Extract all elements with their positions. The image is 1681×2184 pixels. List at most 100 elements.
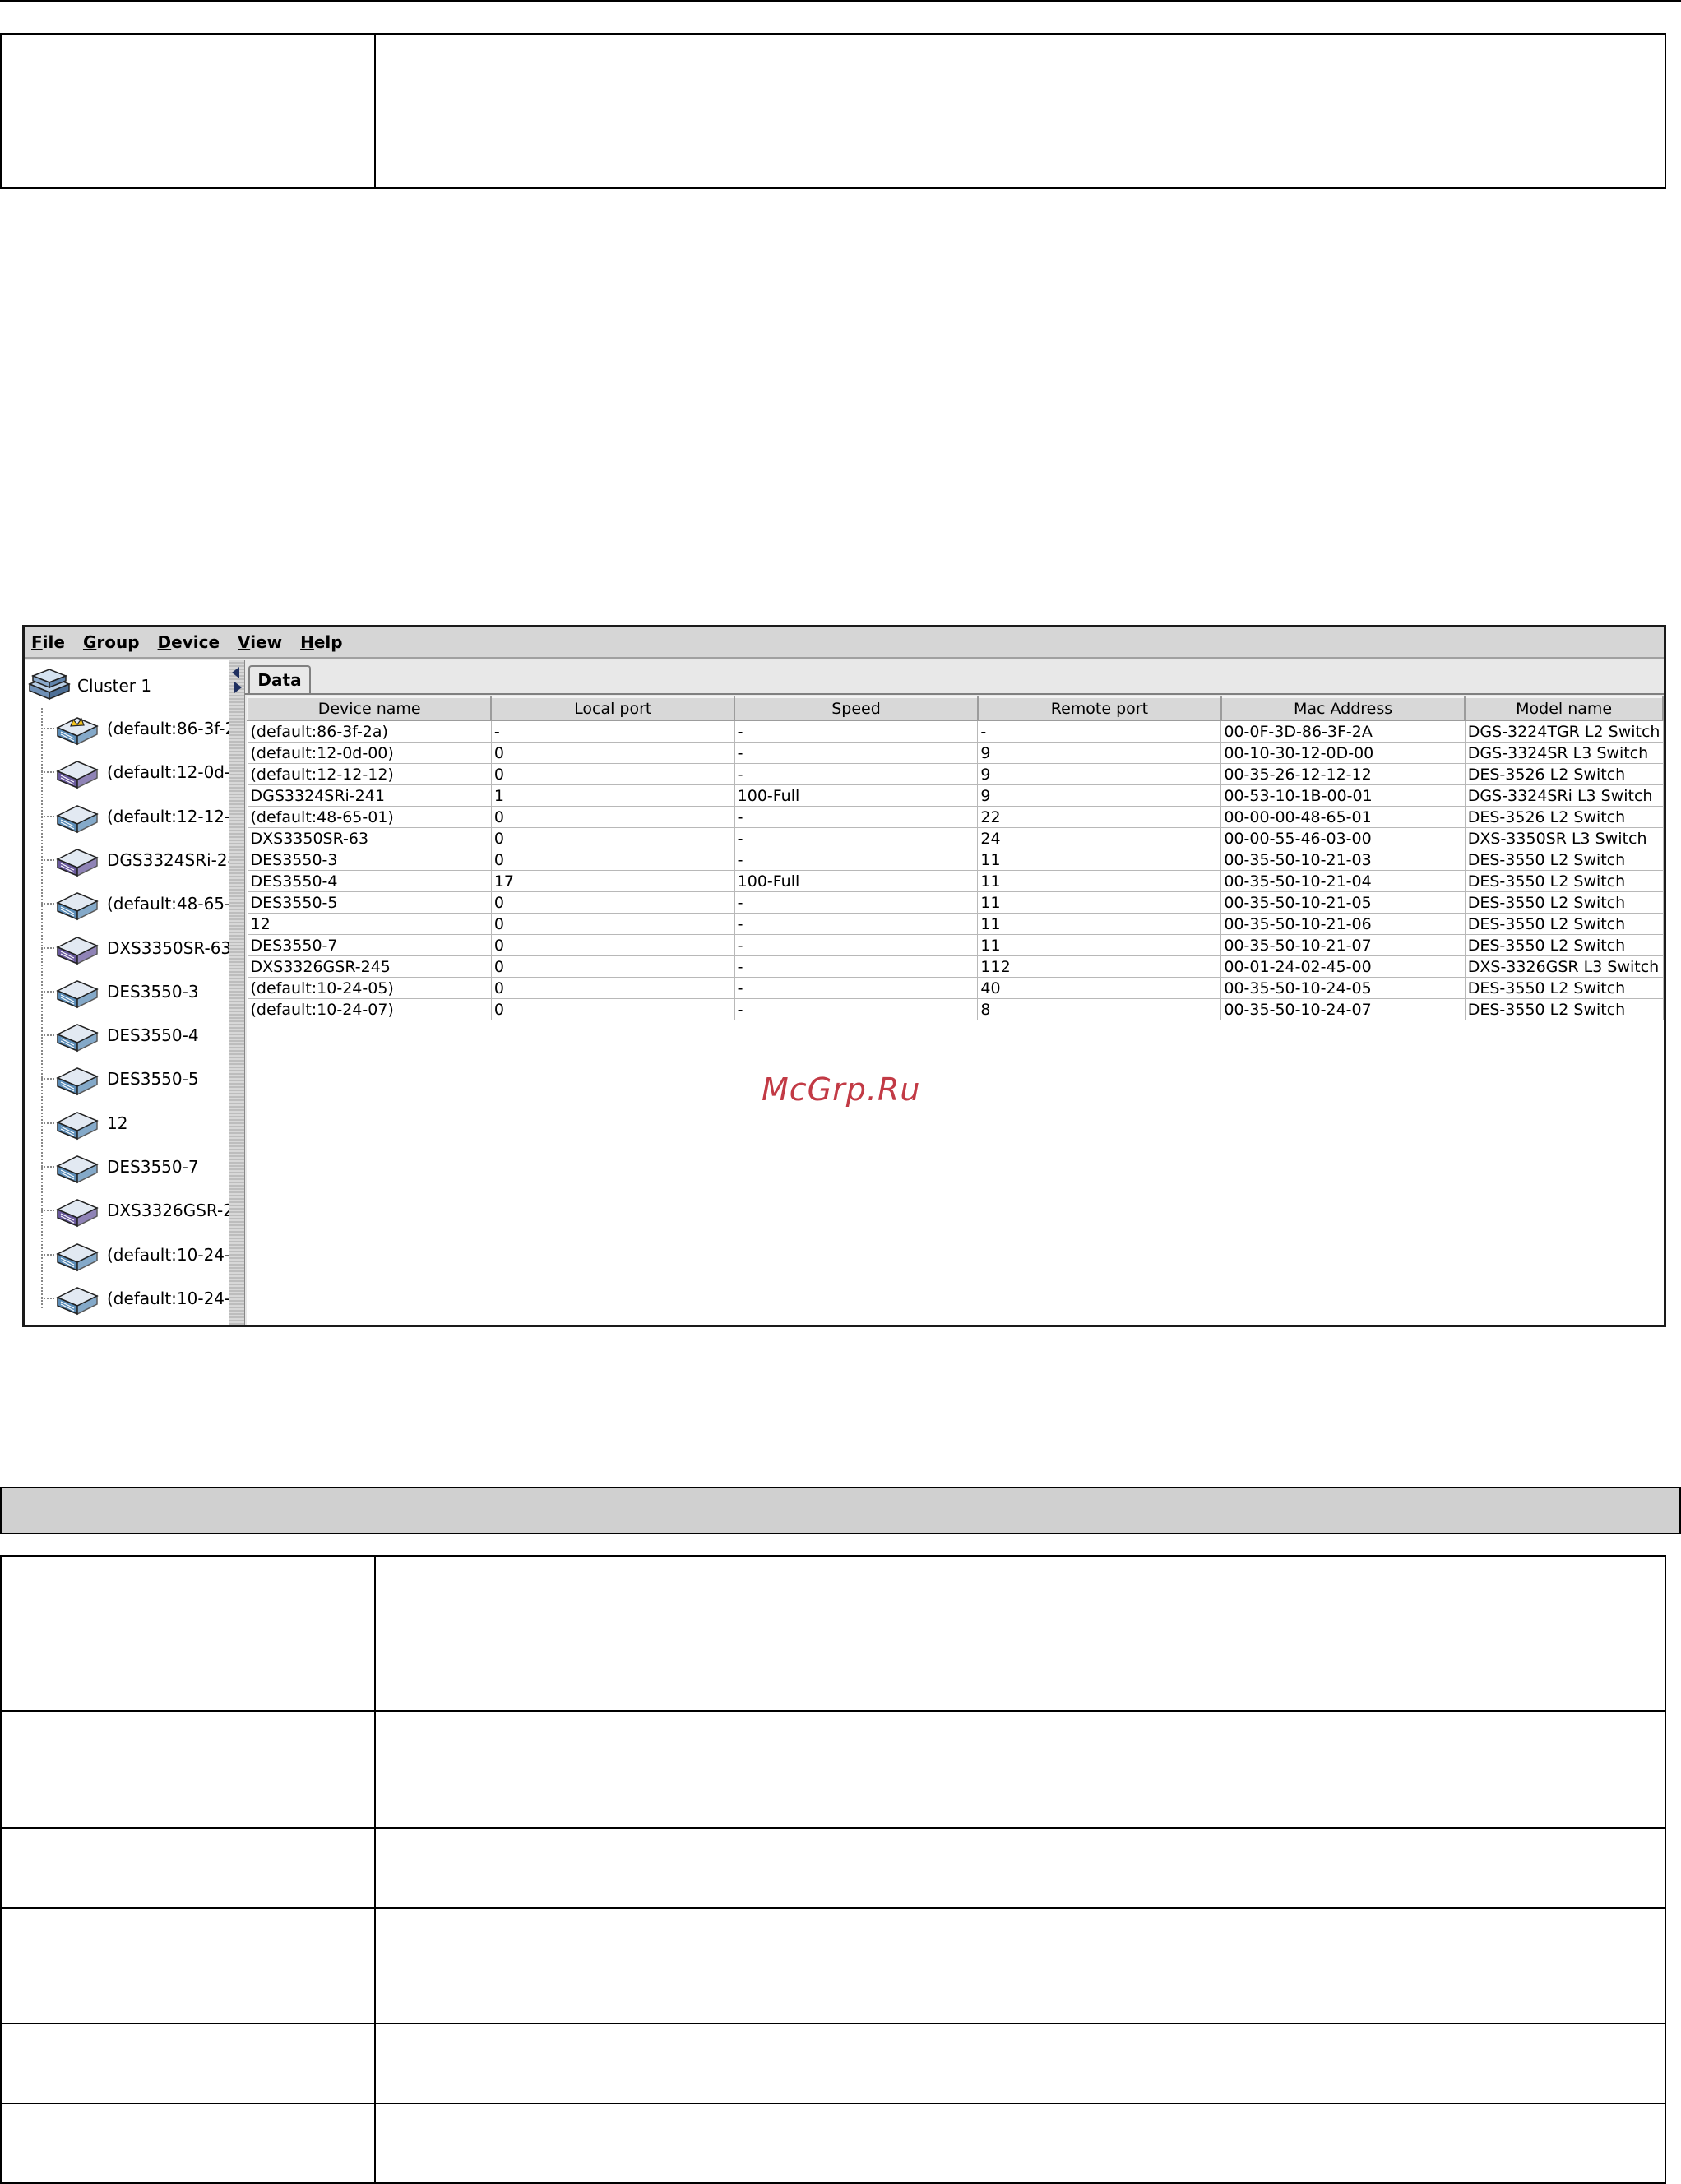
page-top-rule bbox=[0, 0, 1681, 2]
table-cell: DGS-3324SRi L3 Switch bbox=[1464, 784, 1664, 807]
table-cell: - bbox=[734, 913, 979, 935]
tree-item[interactable]: (default:10-24-05 bbox=[41, 1234, 229, 1275]
table-cell: (default:10-24-05) bbox=[247, 977, 492, 999]
tree-root-cluster[interactable]: Cluster 1 bbox=[28, 665, 151, 706]
tree-root-label: Cluster 1 bbox=[77, 676, 152, 696]
tab-data[interactable]: Data bbox=[248, 665, 311, 693]
table-cell: 11 bbox=[977, 913, 1222, 935]
expand-right-arrow-icon[interactable] bbox=[234, 682, 242, 693]
table-row[interactable]: (default:10-24-05) 0-40 00-35-50-10-24-05 D… bbox=[247, 977, 1664, 999]
table-cell: - bbox=[734, 806, 979, 828]
table-row[interactable]: DXS3350SR-63 0-24 00-00-55-46-03-00 DXS-335… bbox=[247, 827, 1664, 849]
tree-item[interactable]: DXS3326GSR-2 bbox=[41, 1190, 229, 1231]
tree-item[interactable]: 12 bbox=[41, 1103, 127, 1144]
column-header[interactable]: Model name bbox=[1464, 696, 1664, 721]
section-header-band bbox=[0, 1487, 1681, 1534]
table-row[interactable]: (default:12-0d-00) 0-9 00-10-30-12-0D-00 DG… bbox=[247, 742, 1664, 764]
table-cell: DES-3550 L2 Switch bbox=[1464, 934, 1664, 956]
tree-item-label: DES3550-7 bbox=[107, 1157, 199, 1177]
l2-switch-icon bbox=[54, 1058, 100, 1099]
tree-branch-line bbox=[41, 1122, 54, 1124]
table-row[interactable]: 12 0-11 00-35-50-10-21-06 DES-3550 L2 Switc… bbox=[247, 913, 1664, 935]
app-window: File Group Device View Help Cluster 1 (d… bbox=[22, 625, 1666, 1327]
menu-group[interactable]: Group bbox=[83, 632, 140, 652]
menu-device[interactable]: Device bbox=[158, 632, 220, 652]
tree-item[interactable]: DXS3350SR-63 bbox=[41, 928, 229, 969]
table-cell: (default:12-12-12) bbox=[247, 763, 492, 785]
table-cell: DES3550-3 bbox=[247, 849, 492, 871]
table-cell: DES-3550 L2 Switch bbox=[1464, 977, 1664, 999]
table-cell: 0 bbox=[490, 977, 735, 999]
table-cell: - bbox=[977, 720, 1222, 743]
tree-item[interactable]: DES3550-4 bbox=[41, 1015, 199, 1056]
table-cell: DXS3326GSR-245 bbox=[247, 956, 492, 978]
tree-item[interactable]: DES3550-5 bbox=[41, 1058, 199, 1099]
tree-item[interactable]: (default:12-0d-00 bbox=[41, 752, 230, 793]
tree-item-label: DES3550-5 bbox=[107, 1069, 199, 1089]
table-cell: - bbox=[734, 934, 979, 956]
table-cell: DES-3550 L2 Switch bbox=[1464, 913, 1664, 935]
table-row[interactable]: (default:12-12-12) 0-9 00-35-26-12-12-12 DE… bbox=[247, 763, 1664, 785]
tree-item[interactable]: DES3550-3 bbox=[41, 971, 199, 1012]
tree-branch-line bbox=[41, 1210, 54, 1211]
tree-item-label: DGS3324SRi-24 bbox=[107, 850, 230, 870]
table-cell: 00-35-50-10-21-07 bbox=[1220, 934, 1466, 956]
tree-branch-line bbox=[41, 859, 54, 861]
tree-branch-line bbox=[41, 816, 54, 817]
table-cell: 00-53-10-1B-00-01 bbox=[1220, 784, 1466, 807]
table-cell: 00-00-55-46-03-00 bbox=[1220, 827, 1466, 849]
table-header-row: Device name Local port Speed Remote port Mac… bbox=[246, 696, 1664, 721]
table-cell: DES-3550 L2 Switch bbox=[1464, 849, 1664, 871]
column-header[interactable]: Mac Address bbox=[1220, 696, 1466, 721]
table-cell: 100-Full bbox=[734, 784, 979, 807]
menu-file[interactable]: File bbox=[31, 632, 65, 652]
table-cell: DXS-3326GSR L3 Switch bbox=[1464, 956, 1664, 978]
table-row[interactable]: DES3550-3 0-11 00-35-50-10-21-03 DES-3550 L… bbox=[247, 849, 1664, 871]
column-header[interactable]: Local port bbox=[490, 696, 736, 721]
tree-item[interactable]: (default:48-65-01 bbox=[41, 883, 229, 924]
table-cell: 00-35-50-10-21-06 bbox=[1220, 913, 1466, 935]
table-row[interactable]: DES3550-5 0-11 00-35-50-10-21-05 DES-3550 L… bbox=[247, 891, 1664, 914]
menu-view[interactable]: View bbox=[238, 632, 282, 652]
l2-switch-icon bbox=[54, 1234, 100, 1275]
table-cell: 0 bbox=[490, 891, 735, 914]
tree-item-label: 12 bbox=[107, 1113, 128, 1133]
watermark-text: McGrp.Ru bbox=[762, 1071, 921, 1108]
table-cell: 8 bbox=[977, 998, 1222, 1020]
table-row[interactable]: DES3550-7 0-11 00-35-50-10-21-07 DES-3550 L… bbox=[247, 934, 1664, 956]
table-cell: 112 bbox=[977, 956, 1222, 978]
tree-item[interactable]: (default:10-24-07 bbox=[41, 1278, 229, 1319]
table-cell: DES-3526 L2 Switch bbox=[1464, 806, 1664, 828]
table-row[interactable]: DXS3326GSR-245 0-112 00-01-24-02-45-00 DXS-… bbox=[247, 956, 1664, 978]
table-cell: 0 bbox=[490, 849, 735, 871]
split-pane-divider[interactable] bbox=[229, 660, 245, 1325]
tree-item[interactable]: (default:12-12-12 bbox=[41, 796, 229, 837]
tree-branch-line bbox=[41, 728, 54, 729]
table-cell: (default:86-3f-2a) bbox=[247, 720, 492, 743]
table-row[interactable]: (default:10-24-07) 0-8 00-35-50-10-24-07 DE… bbox=[247, 998, 1664, 1020]
table-cell: DGS-3224TGR L2 Switch bbox=[1464, 720, 1664, 743]
table-cell: 00-00-00-48-65-01 bbox=[1220, 806, 1466, 828]
table-cell: 40 bbox=[977, 977, 1222, 999]
tree-item-label: DES3550-3 bbox=[107, 982, 199, 1002]
doc-table-top bbox=[0, 33, 1666, 189]
l2-switch-icon bbox=[54, 796, 100, 837]
column-header[interactable]: Speed bbox=[734, 696, 979, 721]
table-cell: 1 bbox=[490, 784, 735, 807]
menu-help[interactable]: Help bbox=[300, 632, 343, 652]
column-header[interactable]: Device name bbox=[246, 696, 493, 721]
table-row[interactable]: (default:48-65-01) 0-22 00-00-00-48-65-01 D… bbox=[247, 806, 1664, 828]
menu-bar: File Group Device View Help bbox=[25, 627, 1664, 659]
collapse-left-arrow-icon[interactable] bbox=[232, 667, 239, 678]
tree-item[interactable]: DES3550-7 bbox=[41, 1146, 199, 1187]
l2-switch-icon bbox=[54, 1146, 100, 1187]
tree-item-label: (default:12-0d-00 bbox=[107, 762, 230, 782]
table-row[interactable]: DGS3324SRi-241 1 100-Full 9 00-53-10-1B-00-0… bbox=[247, 784, 1664, 807]
column-header[interactable]: Remote port bbox=[976, 696, 1222, 721]
table-cell: DGS3324SRi-241 bbox=[247, 784, 492, 807]
device-tree: Cluster 1 (default:86-3f-2a (default:12-0… bbox=[25, 660, 230, 1325]
tree-item[interactable]: DGS3324SRi-24 bbox=[41, 840, 230, 881]
tree-item[interactable]: (default:86-3f-2a bbox=[41, 708, 229, 749]
table-row[interactable]: DES3550-4 17 100-Full 11 00-35-50-10-21-04 DE… bbox=[247, 870, 1664, 892]
table-row[interactable]: (default:86-3f-2a) - - -00-0F-3D-86-3F-2A DG… bbox=[247, 720, 1664, 743]
